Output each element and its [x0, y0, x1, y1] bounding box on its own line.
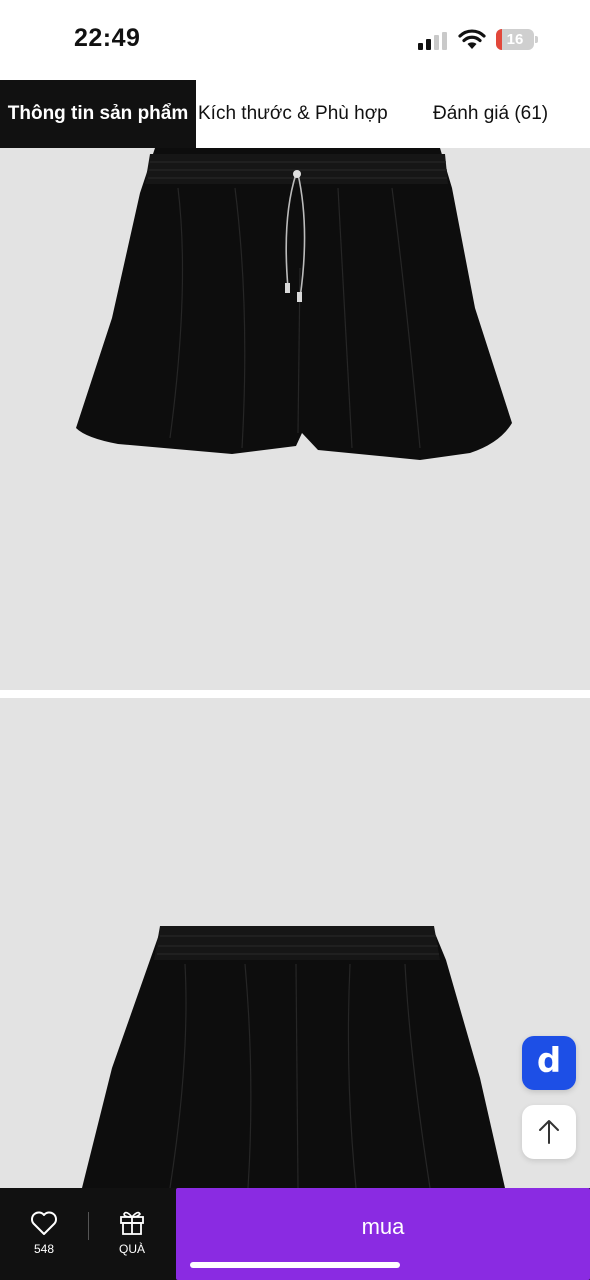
tab-reviews[interactable]: Đánh giá (61)	[433, 80, 548, 148]
shorts-back-image[interactable]	[0, 698, 590, 1188]
battery-level: 16	[506, 31, 524, 48]
wishlist-button[interactable]: 548	[14, 1206, 74, 1266]
gift-button[interactable]: QUÀ	[102, 1206, 162, 1266]
shorts-front-illustration	[76, 148, 512, 460]
buy-label: mua	[361, 1214, 405, 1239]
gift-label: QUÀ	[118, 1242, 145, 1256]
arrow-up-icon	[539, 1120, 559, 1144]
product-tabs: Thông tin sản phẩm Kích thước & Phù hợp …	[0, 80, 590, 148]
heart-icon	[31, 1211, 57, 1235]
cellular-signal-icon	[418, 32, 448, 50]
battery-icon: 16	[496, 29, 538, 50]
divider	[88, 1212, 89, 1240]
status-time: 22:49	[74, 24, 141, 52]
app-shortcut-button[interactable]: d	[522, 1036, 576, 1090]
tab-size-fit[interactable]: Kích thước & Phù hợp	[198, 80, 388, 148]
wishlist-count: 548	[33, 1242, 55, 1256]
shorts-back-illustration	[82, 926, 505, 1188]
tab-product-info[interactable]: Thông tin sản phẩm	[0, 80, 196, 148]
home-indicator	[190, 1262, 400, 1268]
gift-icon	[120, 1211, 144, 1235]
shorts-front-image[interactable]	[0, 148, 590, 690]
wifi-icon	[458, 29, 486, 49]
status-bar: 22:49 16	[0, 0, 590, 80]
scroll-top-button[interactable]	[522, 1105, 576, 1159]
